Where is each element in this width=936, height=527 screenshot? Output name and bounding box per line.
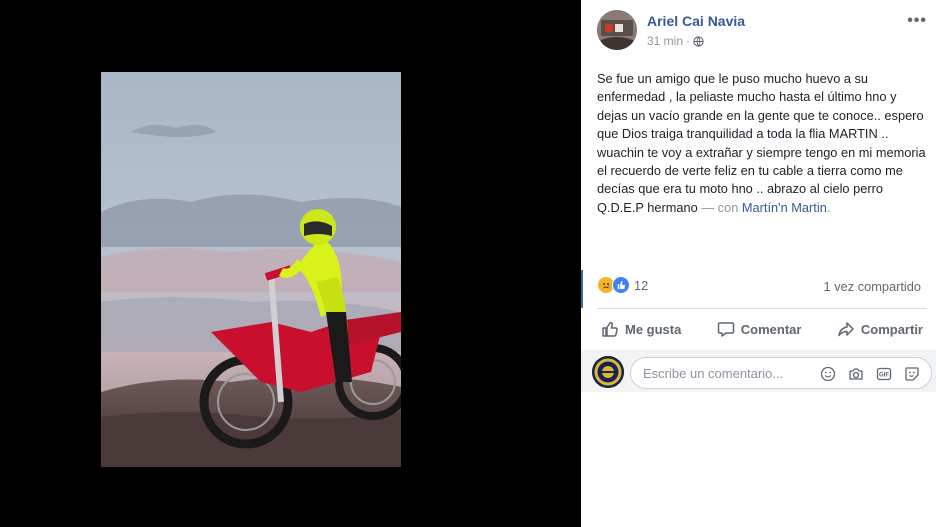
action-bar: Me gusta Comentar Compartir [597,312,927,346]
post-header: Ariel Cai Navia 31 min · ••• [597,10,927,52]
post-photo[interactable] [101,72,401,467]
comment-button[interactable]: Comentar [713,320,806,338]
share-button[interactable]: Compartir [833,320,927,338]
smiley-icon[interactable] [819,365,837,383]
like-reaction-icon [612,276,630,294]
tagged-user-link[interactable]: Martín'n Martin [742,200,827,215]
svg-text:GIF: GIF [879,373,889,379]
post-time[interactable]: 31 min [647,34,683,48]
post-message: Se fue un amigo que le puso mucho huevo … [597,71,926,197]
sticker-icon[interactable] [903,365,921,383]
post-meta: 31 min · [647,34,704,48]
speech-bubble-icon [717,322,735,337]
like-button[interactable]: Me gusta [597,320,685,338]
avatar-image [597,10,637,50]
meta-separator: · [686,34,691,48]
share-count[interactable]: 1 vez compartido [824,279,921,294]
comment-tools: GIF [819,365,921,383]
share-arrow-icon [838,322,854,337]
comment-input[interactable]: Escribe un comentario... GIF [630,357,932,389]
user-avatar-image [592,356,624,388]
share-label: Compartir [860,321,923,337]
reaction-stats: 12 1 vez compartido [597,276,927,298]
more-options-icon[interactable]: ••• [907,12,927,30]
reaction-count: 12 [634,277,649,293]
post-panel: Ariel Cai Navia 31 min · ••• Se fue un a… [581,0,936,527]
thumbs-up-icon [602,321,618,337]
post-body: Se fue un amigo que le puso mucho huevo … [597,70,927,217]
globe-icon[interactable] [693,35,704,47]
focus-accent-bar [581,270,583,308]
gif-icon[interactable]: GIF [875,365,893,383]
closing-text: Q.D.E.P hermano [597,199,702,215]
camera-icon[interactable] [847,365,865,383]
author-avatar[interactable] [597,10,637,50]
reaction-summary[interactable]: 12 [597,276,648,294]
tagged-suffix: . [826,199,831,215]
author-name[interactable]: Ariel Cai Navia [647,13,745,29]
post-closing-line: Q.D.E.P hermano — con Martín'n Martin. [597,199,927,217]
comment-label: Comentar [740,321,802,337]
with-label: — con [701,199,742,215]
comment-placeholder: Escribe un comentario... [643,366,784,381]
divider-top [597,308,927,309]
motocross-rider-photo [101,72,401,467]
comment-composer: Escribe un comentario... GIF [581,350,936,392]
current-user-avatar[interactable] [592,356,624,388]
like-label: Me gusta [625,321,682,337]
photo-viewer [0,0,581,527]
